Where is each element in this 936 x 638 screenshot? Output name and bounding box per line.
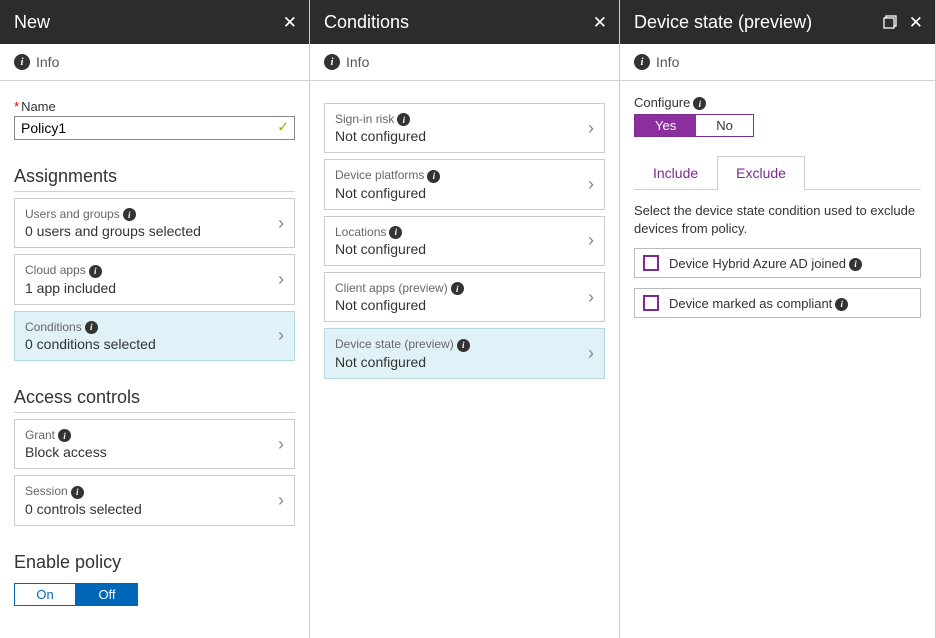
panel-conditions-title: Conditions <box>324 12 409 33</box>
card-value: 0 conditions selected <box>25 336 278 352</box>
locations-card[interactable]: Locationsi Not configured › <box>324 216 605 266</box>
device-state-card[interactable]: Device state (preview)i Not configured › <box>324 328 605 378</box>
panel-device-title: Device state (preview) <box>634 12 812 33</box>
chevron-right-icon: › <box>278 490 284 511</box>
card-title: Conditions <box>25 320 82 334</box>
conditions-card[interactable]: Conditionsi 0 conditions selected › <box>14 311 295 361</box>
chevron-right-icon: › <box>588 343 594 364</box>
info-icon: i <box>634 54 650 70</box>
info-icon: i <box>397 113 410 126</box>
panel-device-header: Device state (preview) ✕ <box>620 0 935 44</box>
info-icon: i <box>324 54 340 70</box>
panel-new-header: New ✕ <box>0 0 309 44</box>
device-platforms-card[interactable]: Device platformsi Not configured › <box>324 159 605 209</box>
panel-conditions: Conditions ✕ i Info Sign-in riski Not co… <box>310 0 620 638</box>
close-icon[interactable]: ✕ <box>909 14 923 31</box>
info-icon: i <box>58 429 71 442</box>
chevron-right-icon: › <box>278 325 284 346</box>
info-icon: i <box>89 265 102 278</box>
info-icon: i <box>451 282 464 295</box>
checkbox-label: Device Hybrid Azure AD joined <box>669 256 846 271</box>
checkbox-label: Device marked as compliant <box>669 296 832 311</box>
sign-in-risk-card[interactable]: Sign-in riski Not configured › <box>324 103 605 153</box>
info-icon: i <box>693 97 706 110</box>
name-input[interactable] <box>14 116 295 140</box>
card-title: Users and groups <box>25 207 120 221</box>
card-title: Device platforms <box>335 168 424 182</box>
name-field-label: *Name <box>14 99 295 114</box>
checkbox-hybrid-azure-ad[interactable]: Device Hybrid Azure AD joinedi <box>634 248 921 278</box>
enable-policy-off[interactable]: Off <box>76 583 138 606</box>
card-title: Client apps (preview) <box>335 281 448 295</box>
panel-device-state: Device state (preview) ✕ i Info Configur… <box>620 0 936 638</box>
tab-exclude[interactable]: Exclude <box>717 156 805 190</box>
card-value: 1 app included <box>25 280 278 296</box>
configure-label: Configurei <box>634 95 921 110</box>
card-value: 0 users and groups selected <box>25 223 278 239</box>
info-icon: i <box>389 226 402 239</box>
required-star: * <box>14 99 19 114</box>
card-title: Sign-in risk <box>335 112 394 126</box>
chevron-right-icon: › <box>588 118 594 139</box>
card-title: Session <box>25 484 68 498</box>
info-icon: i <box>427 170 440 183</box>
cloud-apps-card[interactable]: Cloud appsi 1 app included › <box>14 254 295 304</box>
card-title: Device state (preview) <box>335 337 454 351</box>
chevron-right-icon: › <box>278 213 284 234</box>
users-and-groups-card[interactable]: Users and groupsi 0 users and groups sel… <box>14 198 295 248</box>
tab-include[interactable]: Include <box>634 156 717 190</box>
card-title: Cloud apps <box>25 263 86 277</box>
panel-new: New ✕ i Info *Name ✓ Assignments Users a… <box>0 0 310 638</box>
checkbox-box[interactable] <box>643 295 659 311</box>
info-icon: i <box>849 258 862 271</box>
chevron-right-icon: › <box>278 434 284 455</box>
card-value: Not configured <box>335 185 588 201</box>
panel-conditions-header: Conditions ✕ <box>310 0 619 44</box>
grant-card[interactable]: Granti Block access › <box>14 419 295 469</box>
session-card[interactable]: Sessioni 0 controls selected › <box>14 475 295 525</box>
info-icon: i <box>835 298 848 311</box>
info-icon: i <box>457 339 470 352</box>
configure-toggle[interactable]: Yes No <box>634 114 754 137</box>
access-controls-heading: Access controls <box>14 387 295 413</box>
configure-no[interactable]: No <box>696 115 753 136</box>
exclude-description: Select the device state condition used t… <box>634 202 921 238</box>
card-value: 0 controls selected <box>25 501 278 517</box>
info-icon: i <box>14 54 30 70</box>
tabs: Include Exclude <box>634 155 921 190</box>
chevron-right-icon: › <box>588 174 594 195</box>
card-value: Not configured <box>335 354 588 370</box>
info-icon: i <box>123 208 136 221</box>
panel-new-title: New <box>14 12 50 33</box>
card-title: Grant <box>25 428 55 442</box>
info-label: Info <box>346 54 369 70</box>
info-link-new[interactable]: i Info <box>0 44 309 81</box>
chevron-right-icon: › <box>278 269 284 290</box>
info-icon: i <box>85 321 98 334</box>
check-icon: ✓ <box>277 119 289 136</box>
close-icon[interactable]: ✕ <box>283 14 297 31</box>
card-value: Not configured <box>335 241 588 257</box>
info-label: Info <box>36 54 59 70</box>
close-icon[interactable]: ✕ <box>593 14 607 31</box>
restore-icon[interactable] <box>883 15 897 29</box>
checkbox-marked-compliant[interactable]: Device marked as complianti <box>634 288 921 318</box>
enable-policy-on[interactable]: On <box>14 583 76 606</box>
card-value: Not configured <box>335 297 588 313</box>
enable-policy-heading: Enable policy <box>14 552 295 577</box>
chevron-right-icon: › <box>588 230 594 251</box>
enable-policy-toggle[interactable]: On Off <box>14 583 295 606</box>
assignments-heading: Assignments <box>14 166 295 192</box>
info-label: Info <box>656 54 679 70</box>
client-apps-card[interactable]: Client apps (preview)i Not configured › <box>324 272 605 322</box>
info-link-conditions[interactable]: i Info <box>310 44 619 81</box>
card-title: Locations <box>335 225 386 239</box>
card-value: Block access <box>25 444 278 460</box>
chevron-right-icon: › <box>588 287 594 308</box>
info-icon: i <box>71 486 84 499</box>
card-value: Not configured <box>335 128 588 144</box>
configure-yes[interactable]: Yes <box>635 115 696 136</box>
checkbox-box[interactable] <box>643 255 659 271</box>
info-link-device[interactable]: i Info <box>620 44 935 81</box>
